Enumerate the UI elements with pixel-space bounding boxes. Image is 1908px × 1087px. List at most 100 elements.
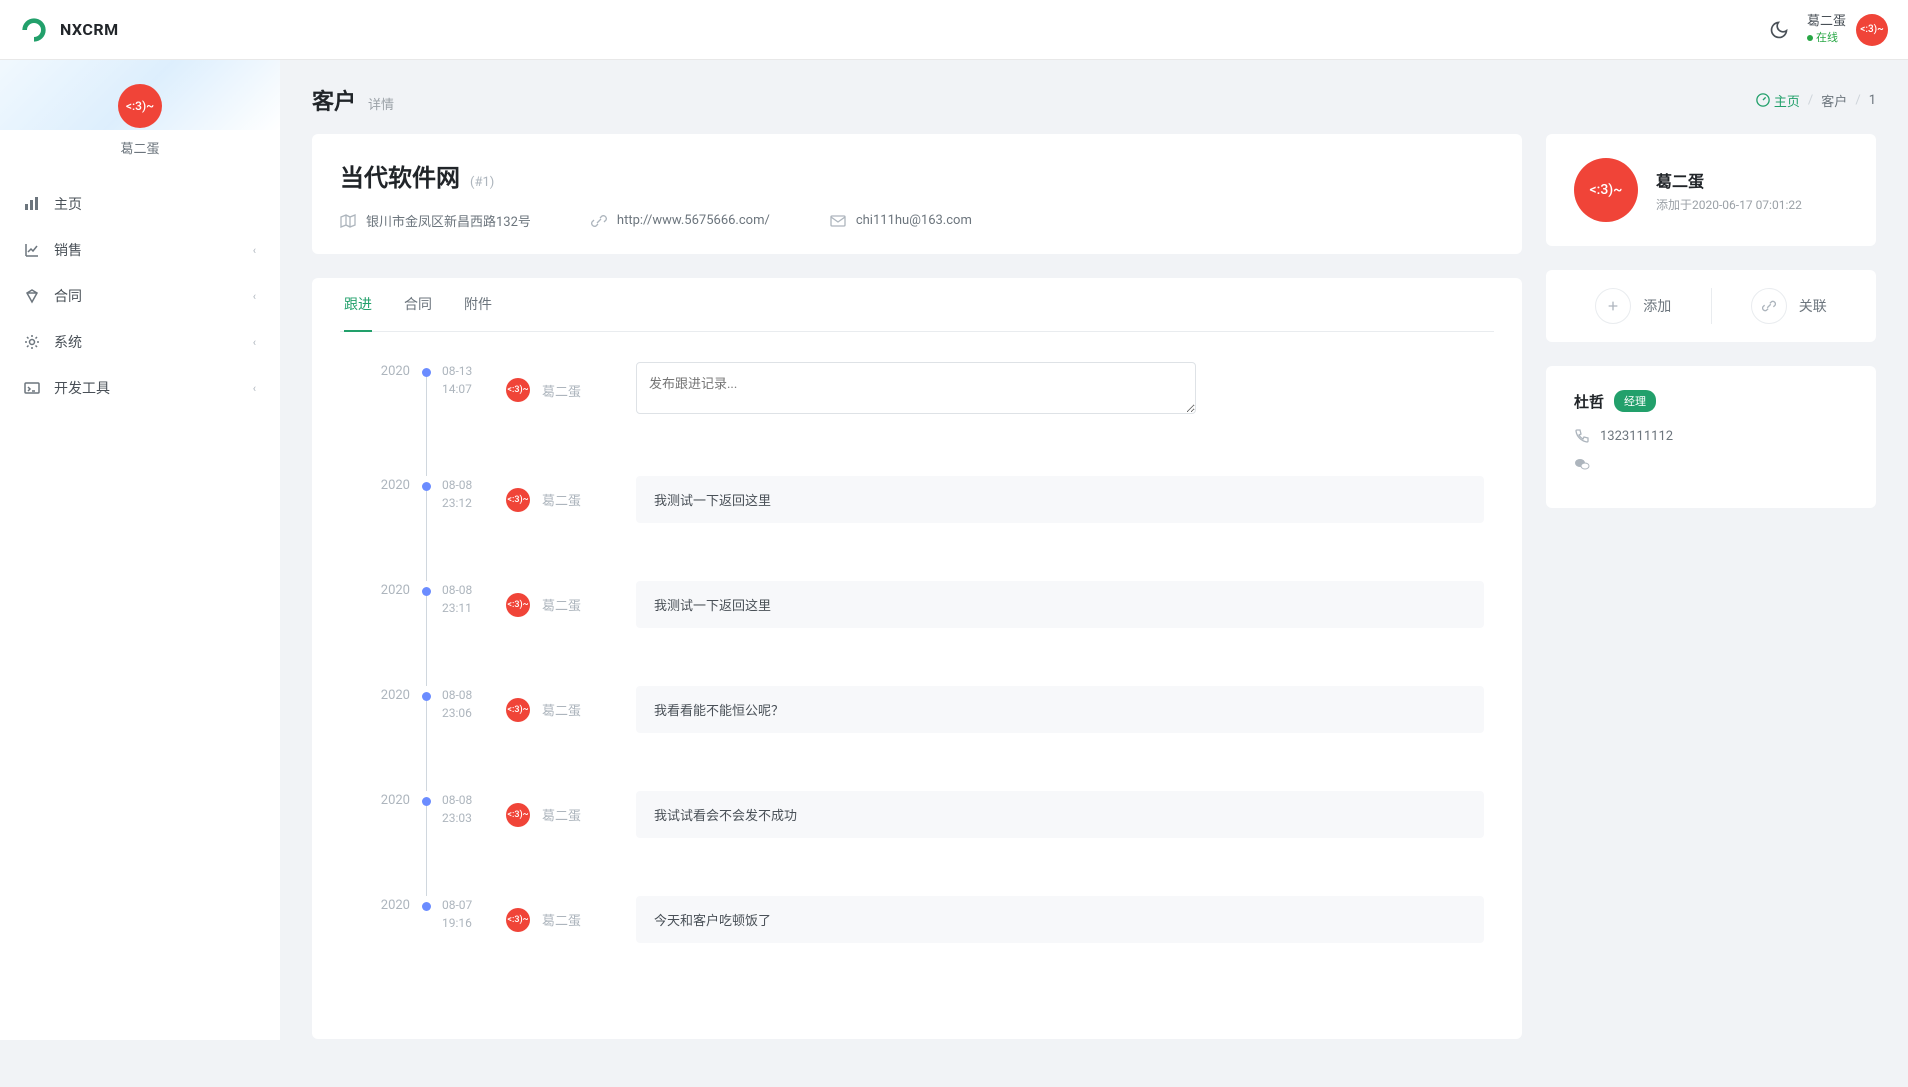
customer-address: 银川市金凤区新昌西路132号 [340, 211, 531, 230]
action-card: 添加 关联 [1546, 270, 1876, 342]
current-user[interactable]: 葛二蛋 在线 <:3)~ [1807, 14, 1888, 46]
user-meta: 葛二蛋 在线 [1807, 14, 1846, 45]
breadcrumb-home[interactable]: 主页 [1756, 91, 1800, 110]
timeline-avatar: <:3)~ [506, 488, 530, 512]
contact-phone: 1323111112 [1574, 428, 1848, 444]
timeline-username: 葛二蛋 [542, 490, 581, 509]
timeline-line [410, 791, 442, 838]
tab-attachment[interactable]: 附件 [464, 278, 492, 332]
nav-item-system[interactable]: 系统 ‹ [0, 319, 280, 365]
customer-website-text: http://www.5675666.com/ [617, 213, 770, 228]
timeline-content-wrap: 我看看能不能恒公呢？ [636, 686, 1484, 733]
timeline-line [410, 686, 442, 733]
nav-item-devtools[interactable]: 开发工具 ‹ [0, 365, 280, 411]
nav-label: 开发工具 [54, 378, 239, 398]
nav-item-contract[interactable]: 合同 ‹ [0, 273, 280, 319]
home-icon [24, 196, 40, 212]
breadcrumb-section[interactable]: 客户 [1821, 91, 1847, 110]
timeline-avatar: <:3)~ [506, 803, 530, 827]
timeline-stem [426, 806, 427, 896]
diamond-icon [24, 288, 40, 304]
breadcrumb-sep: / [1808, 93, 1813, 108]
timeline-line [410, 896, 442, 943]
page-title: 客户 [312, 84, 356, 116]
timeline-stem [426, 701, 427, 791]
tab-contract[interactable]: 合同 [404, 278, 432, 332]
timeline-year: 2020 [350, 476, 410, 523]
theme-toggle[interactable] [1769, 20, 1789, 40]
timeline-content: 我测试一下返回这里 [636, 476, 1484, 523]
timeline-date: 08-0823:12 [442, 476, 506, 523]
timeline-row: 2020 08-0823:06 <:3)~ 葛二蛋 我看看能不能恒公呢？ [350, 686, 1484, 733]
sidebar: <:3)~ 葛二蛋 主页 销售 ‹ 合同 ‹ 系统 ‹ 开发工具 ‹ [0, 60, 280, 1040]
page-title-wrap: 客户 详情 [312, 84, 394, 116]
timeline-dot [422, 587, 431, 596]
timeline-avatar: <:3)~ [506, 378, 530, 402]
nav-label: 系统 [54, 332, 239, 352]
timeline-username: 葛二蛋 [542, 910, 581, 929]
timeline-username: 葛二蛋 [542, 700, 581, 719]
timeline-user: <:3)~ 葛二蛋 [506, 362, 636, 418]
page-subtitle: 详情 [368, 94, 394, 113]
add-label: 添加 [1643, 296, 1671, 316]
contact-role-badge: 经理 [1614, 390, 1656, 412]
nav-item-home[interactable]: 主页 [0, 181, 280, 227]
mail-icon [830, 213, 846, 229]
customer-email-text: chi111hu@163.com [856, 213, 972, 228]
customer-id: (#1) [470, 175, 494, 190]
customer-address-text: 银川市金凤区新昌西路132号 [366, 211, 531, 230]
chevron-left-icon: ‹ [253, 382, 256, 395]
sidebar-username: 葛二蛋 [0, 138, 280, 157]
timeline-year: 2020 [350, 581, 410, 628]
timeline-user: <:3)~ 葛二蛋 [506, 476, 636, 523]
gear-icon [24, 334, 40, 350]
phone-icon [1574, 428, 1590, 444]
timeline-year: 2020 [350, 686, 410, 733]
timeline-line [410, 581, 442, 628]
timeline-year: 2020 [350, 896, 410, 943]
timeline-dot [422, 482, 431, 491]
timeline-avatar: <:3)~ [506, 908, 530, 932]
customer-meta: 银川市金凤区新昌西路132号 http://www.5675666.com/ c… [340, 211, 1494, 230]
timeline-content: 今天和客户吃顿饭了 [636, 896, 1484, 943]
timeline-row: 2020 08-0823:03 <:3)~ 葛二蛋 我试试看会不会发不成功 [350, 791, 1484, 838]
timeline-row: 2020 08-0823:11 <:3)~ 葛二蛋 我测试一下返回这里 [350, 581, 1484, 628]
timeline-row: 2020 08-1314:07 <:3)~ 葛二蛋 [350, 362, 1484, 418]
nav-item-sales[interactable]: 销售 ‹ [0, 227, 280, 273]
timeline-stem [426, 491, 427, 581]
sidebar-nav: 主页 销售 ‹ 合同 ‹ 系统 ‹ 开发工具 ‹ [0, 173, 280, 419]
timeline-row: 2020 08-0719:16 <:3)~ 葛二蛋 今天和客户吃顿饭了 [350, 896, 1484, 943]
chevron-left-icon: ‹ [253, 336, 256, 349]
customer-email[interactable]: chi111hu@163.com [830, 211, 972, 230]
header-user-status: 在线 [1807, 31, 1846, 45]
page-header: 客户 详情 主页 / 客户 / 1 [312, 84, 1876, 116]
contact-head: 杜哲 经理 [1574, 390, 1848, 412]
customer-header: 当代软件网 (#1) [340, 158, 1494, 193]
breadcrumb-id: 1 [1869, 93, 1876, 108]
timeline-dot [422, 902, 431, 911]
contact-card: 杜哲 经理 1323111112 [1546, 366, 1876, 508]
timeline-content: 我看看能不能恒公呢？ [636, 686, 1484, 733]
timeline-date: 08-0823:11 [442, 581, 506, 628]
timeline-date: 08-0823:03 [442, 791, 506, 838]
owner-card: <:3)~ 葛二蛋 添加于2020-06-17 07:01:22 [1546, 134, 1876, 246]
link-button[interactable]: 关联 [1712, 288, 1867, 324]
main-content: 客户 详情 主页 / 客户 / 1 当代软件网 (#1) [280, 60, 1908, 1087]
tabs: 跟进 合同 附件 [340, 278, 1494, 332]
timeline-username: 葛二蛋 [542, 595, 581, 614]
tab-followup[interactable]: 跟进 [344, 278, 372, 332]
timeline-content-wrap [636, 362, 1484, 418]
owner-name: 葛二蛋 [1656, 168, 1848, 192]
link-icon [1751, 288, 1787, 324]
content-row: 当代软件网 (#1) 银川市金凤区新昌西路132号 http://www.567… [312, 134, 1876, 1063]
timeline: 2020 08-1314:07 <:3)~ 葛二蛋 2020 08-0823:1… [340, 332, 1494, 1011]
customer-website[interactable]: http://www.5675666.com/ [591, 211, 770, 230]
sidebar-profile: <:3)~ 葛二蛋 [0, 60, 280, 173]
followup-input[interactable] [636, 362, 1196, 414]
timeline-content-wrap: 我试试看会不会发不成功 [636, 791, 1484, 838]
add-button[interactable]: 添加 [1556, 288, 1712, 324]
owner-added: 添加于2020-06-17 07:01:22 [1656, 196, 1848, 213]
timeline-card: 跟进 合同 附件 2020 08-1314:07 <:3)~ 葛二蛋 2020 … [312, 278, 1522, 1039]
nav-label: 主页 [54, 194, 256, 214]
nav-label: 合同 [54, 286, 239, 306]
